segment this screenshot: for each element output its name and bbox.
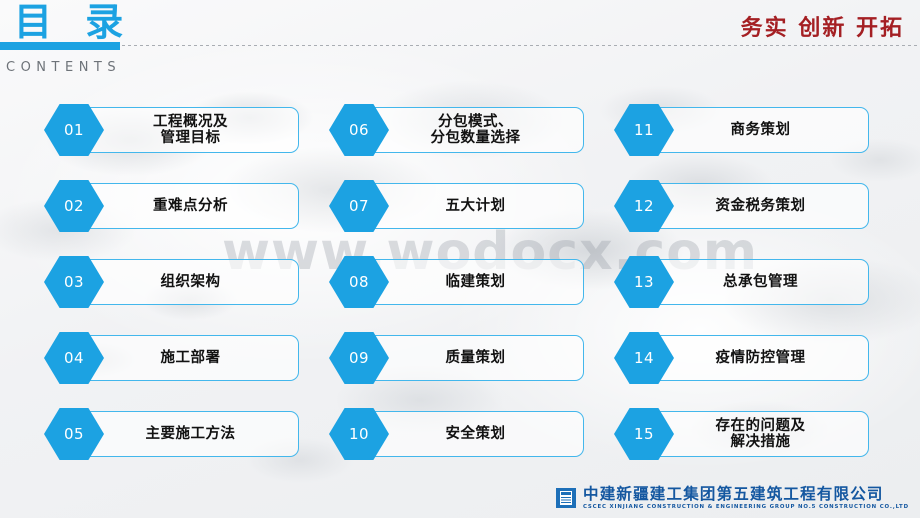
contents-item-number: 12 [633,197,655,215]
contents-item-05[interactable]: 主要施工方法 05 [44,408,299,460]
company-name-en: CSCEC XINJIANG CONSTRUCTION & ENGINEERIN… [583,503,909,510]
contents-item-label: 总承包管理 [723,273,798,290]
contents-item-number: 10 [348,425,370,443]
contents-item-number: 01 [63,121,85,139]
contents-item-08[interactable]: 临建策划 08 [329,256,584,308]
contents-item-number: 14 [633,349,655,367]
contents-item-label: 组织架构 [160,273,221,290]
contents-item-04[interactable]: 施工部署 04 [44,332,299,384]
contents-item-03[interactable]: 组织架构 03 [44,256,299,308]
contents-item-12[interactable]: 资金税务策划 12 [614,180,869,232]
contents-item-02[interactable]: 重难点分析 02 [44,180,299,232]
contents-item-number: 11 [633,121,655,139]
contents-item-number: 09 [348,349,370,367]
page-title: 目 录 [14,0,134,44]
company-name-block: 中建新疆建工集团第五建筑工程有限公司 CSCEC XINJIANG CONSTR… [583,484,909,511]
contents-item-box[interactable]: 存在的问题及 解决措施 [652,411,869,457]
contents-item-label: 疫情防控管理 [715,349,806,366]
contents-item-label: 临建策划 [445,273,506,290]
contents-item-label: 存在的问题及 解决措施 [715,418,806,450]
contents-item-09[interactable]: 质量策划 09 [329,332,584,384]
contents-item-box[interactable]: 安全策划 [367,411,584,457]
contents-item-box[interactable]: 工程概况及 管理目标 [82,107,299,153]
page-subtitle: CONTENTS [6,60,122,75]
contents-item-number: 03 [63,273,85,291]
title-dotted-rule [122,45,920,46]
contents-item-label: 分包模式、 分包数量选择 [430,114,521,146]
contents-item-box[interactable]: 组织架构 [82,259,299,305]
footer-logo: 中建新疆建工集团第五建筑工程有限公司 CSCEC XINJIANG CONSTR… [556,482,912,514]
contents-item-box[interactable]: 临建策划 [367,259,584,305]
contents-item-11[interactable]: 商务策划 11 [614,104,869,156]
contents-item-label: 施工部署 [160,349,221,366]
company-name-cn: 中建新疆建工集团第五建筑工程有限公司 [583,484,884,503]
contents-item-label: 商务策划 [730,121,791,138]
contents-item-number: 08 [348,273,370,291]
slogan-text: 务实 创新 开拓 [740,16,904,41]
contents-item-label: 重难点分析 [153,197,228,214]
contents-item-number: 02 [63,197,85,215]
contents-item-10[interactable]: 安全策划 10 [329,408,584,460]
contents-item-box[interactable]: 质量策划 [367,335,584,381]
contents-item-number: 04 [63,349,85,367]
contents-item-14[interactable]: 疫情防控管理 14 [614,332,869,384]
contents-item-label: 质量策划 [445,349,506,366]
contents-item-label: 资金税务策划 [715,197,806,214]
contents-item-label: 五大计划 [445,197,506,214]
contents-item-box[interactable]: 总承包管理 [652,259,869,305]
slide-canvas: www.wodocx.com 目 录 CONTENTS 务实 创新 开拓 工程概… [0,0,920,518]
contents-item-13[interactable]: 总承包管理 13 [614,256,869,308]
contents-item-number: 13 [633,273,655,291]
contents-item-label: 主要施工方法 [145,425,236,442]
contents-item-07[interactable]: 五大计划 07 [329,180,584,232]
contents-item-box[interactable]: 商务策划 [652,107,869,153]
contents-item-number: 15 [633,425,655,443]
contents-item-label: 工程概况及 管理目标 [153,114,228,146]
contents-item-01[interactable]: 工程概况及 管理目标 01 [44,104,299,156]
title-underline [0,42,120,50]
contents-item-number: 07 [348,197,370,215]
contents-item-number: 05 [63,425,85,443]
contents-item-box[interactable]: 疫情防控管理 [652,335,869,381]
contents-item-box[interactable]: 重难点分析 [82,183,299,229]
contents-item-box[interactable]: 资金税务策划 [652,183,869,229]
slide-header: 目 录 CONTENTS 务实 创新 开拓 [0,0,920,90]
contents-item-box[interactable]: 分包模式、 分包数量选择 [367,107,584,153]
contents-item-15[interactable]: 存在的问题及 解决措施 15 [614,408,869,460]
contents-item-box[interactable]: 主要施工方法 [82,411,299,457]
contents-item-box[interactable]: 五大计划 [367,183,584,229]
contents-grid: 工程概况及 管理目标 01 重难点分析 02 组织架构 03 施工部署 04 主要施工方法 05 … [0,104,920,474]
company-logo-icon [556,488,576,508]
contents-item-number: 06 [348,121,370,139]
contents-item-06[interactable]: 分包模式、 分包数量选择 06 [329,104,584,156]
contents-item-box[interactable]: 施工部署 [82,335,299,381]
contents-item-label: 安全策划 [445,425,506,442]
